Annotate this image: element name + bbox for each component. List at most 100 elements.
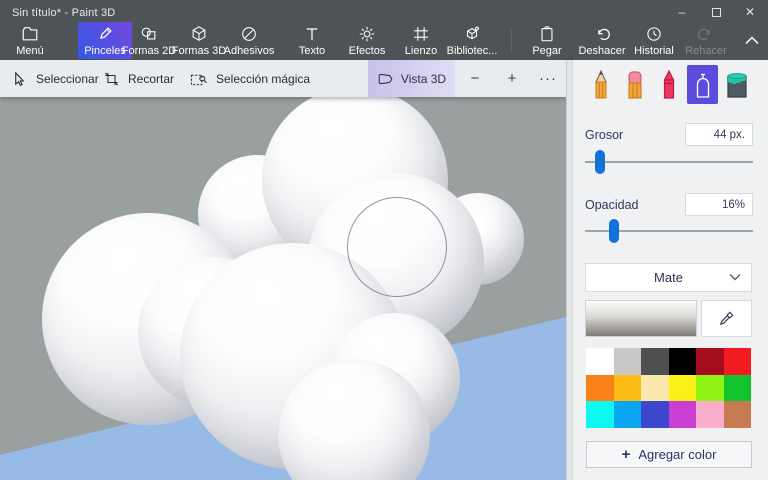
window-title: Sin título* - Paint 3D: [12, 7, 116, 19]
library-3d-icon: [466, 26, 479, 39]
color-swatch[interactable]: [723, 348, 751, 375]
tool-fill-can[interactable]: [721, 65, 752, 104]
ribbon-divider: [511, 29, 512, 53]
opacity-value[interactable]: 16%: [685, 193, 753, 216]
shapes-3d-icon: [192, 25, 206, 41]
tab-shapes-2d-label: Formas 2D: [121, 44, 177, 57]
color-swatch[interactable]: [613, 401, 641, 428]
opacity-label: Opacidad: [585, 198, 639, 212]
drawing-canvas[interactable]: [0, 97, 566, 480]
color-swatch[interactable]: [668, 374, 696, 402]
zoom-in-button[interactable]: +: [497, 60, 527, 97]
color-swatch[interactable]: [613, 348, 641, 375]
tab-shapes-2d[interactable]: Formas 2D: [121, 22, 177, 59]
sun-icon: [359, 26, 375, 41]
opacity-slider[interactable]: [585, 219, 753, 243]
zoom-out-button[interactable]: −: [460, 60, 490, 97]
view-3d-label: Vista 3D: [400, 71, 447, 86]
magic-select-label: Selección mágica: [216, 71, 311, 86]
select-label: Seleccionar: [36, 71, 99, 86]
tab-shapes-3d-label: Formas 3D: [171, 44, 227, 57]
spray-can-icon: [696, 73, 709, 98]
crop-label: Recortar: [128, 71, 175, 86]
tab-shapes-3d[interactable]: Formas 3D: [171, 22, 227, 59]
color-swatch[interactable]: [586, 401, 614, 428]
undo-button[interactable]: Deshacer: [575, 22, 629, 59]
close-icon: ✕: [744, 5, 756, 19]
thickness-value[interactable]: 44 px.: [685, 123, 753, 146]
color-swatch[interactable]: [586, 374, 614, 402]
tab-text[interactable]: Texto: [290, 22, 334, 59]
color-swatch[interactable]: [696, 348, 724, 375]
thickness-slider-track: [585, 161, 753, 163]
color-swatch[interactable]: [668, 348, 696, 375]
eyedropper-button[interactable]: [701, 300, 752, 337]
paint3d-window: Sin título* - Paint 3D – ✕ Menú Pinceles…: [0, 0, 768, 480]
minimize-button[interactable]: –: [668, 0, 696, 24]
crop-button[interactable]: Recortar: [104, 60, 174, 97]
add-color-button[interactable]: + Agregar color: [586, 441, 752, 468]
maximize-button[interactable]: [702, 0, 730, 24]
undo-label: Deshacer: [578, 44, 626, 57]
color-swatch[interactable]: [641, 401, 669, 428]
color-swatch[interactable]: [586, 348, 614, 375]
current-color-swatch[interactable]: [585, 300, 697, 337]
tab-effects[interactable]: Efectos: [344, 22, 390, 59]
color-swatch[interactable]: [641, 348, 669, 375]
color-swatch[interactable]: [723, 401, 751, 428]
text-icon: [306, 27, 318, 40]
tab-effects-label: Efectos: [348, 44, 386, 57]
menu-button[interactable]: Menú: [8, 22, 52, 59]
add-color-label: Agregar color: [638, 447, 717, 462]
tool-eraser[interactable]: [619, 65, 650, 104]
fill-can-icon: [726, 72, 747, 98]
collapse-ribbon-button[interactable]: [741, 28, 763, 52]
material-dropdown[interactable]: Mate: [585, 263, 752, 292]
thickness-slider[interactable]: [585, 150, 753, 174]
sticker-icon: [242, 26, 256, 41]
redo-button[interactable]: Rehacer: [681, 22, 731, 59]
tab-canvas[interactable]: Lienzo: [399, 22, 443, 59]
color-swatch[interactable]: [696, 401, 724, 428]
panel-scrollbar[interactable]: [567, 60, 573, 480]
tool-pencil[interactable]: [585, 65, 616, 104]
folder-icon: [22, 26, 38, 40]
close-button[interactable]: ✕: [736, 0, 764, 24]
more-options-button[interactable]: ···: [533, 60, 563, 97]
edit-toolbar: Seleccionar Recortar Selección mágica Vi…: [0, 60, 566, 97]
view-3d-icon: [378, 73, 393, 84]
opacity-slider-handle[interactable]: [608, 219, 619, 243]
canvas-frame-icon: [414, 26, 428, 41]
paste-label: Pegar: [532, 44, 562, 57]
clipboard-icon: [541, 25, 553, 41]
thickness-slider-handle[interactable]: [595, 150, 606, 174]
zoom-out-icon: −: [470, 70, 480, 87]
tool-crayon[interactable]: [653, 65, 684, 104]
color-palette: [586, 348, 751, 428]
paste-button[interactable]: Pegar: [527, 22, 567, 59]
brush-icon: [100, 26, 112, 39]
color-swatch[interactable]: [696, 374, 724, 402]
minimize-icon: –: [678, 5, 686, 19]
tab-library[interactable]: Bibliotec...: [445, 22, 499, 59]
view-3d-toggle[interactable]: Vista 3D: [368, 60, 455, 97]
chevron-down-icon: [729, 274, 741, 281]
eraser-icon: [627, 70, 642, 99]
thickness-value-text: 44 px.: [713, 128, 745, 141]
history-clock-icon: [647, 26, 661, 41]
crayon-icon: [663, 69, 674, 99]
color-swatch[interactable]: [668, 401, 696, 428]
color-swatch[interactable]: [723, 374, 751, 402]
select-button[interactable]: Seleccionar: [12, 60, 99, 97]
maximize-icon: [711, 7, 721, 17]
plus-icon: +: [621, 446, 631, 463]
tab-brushes-label: Pinceles: [84, 44, 126, 57]
tab-stickers[interactable]: Adhesivos: [222, 22, 276, 59]
magic-select-button[interactable]: Selección mágica: [190, 60, 310, 97]
color-swatch[interactable]: [641, 374, 669, 402]
history-button[interactable]: Historial: [629, 22, 679, 59]
tool-spray-can[interactable]: [687, 65, 718, 104]
tab-canvas-label: Lienzo: [404, 44, 438, 57]
brush-tool-row: [585, 65, 755, 105]
color-swatch[interactable]: [613, 374, 641, 402]
